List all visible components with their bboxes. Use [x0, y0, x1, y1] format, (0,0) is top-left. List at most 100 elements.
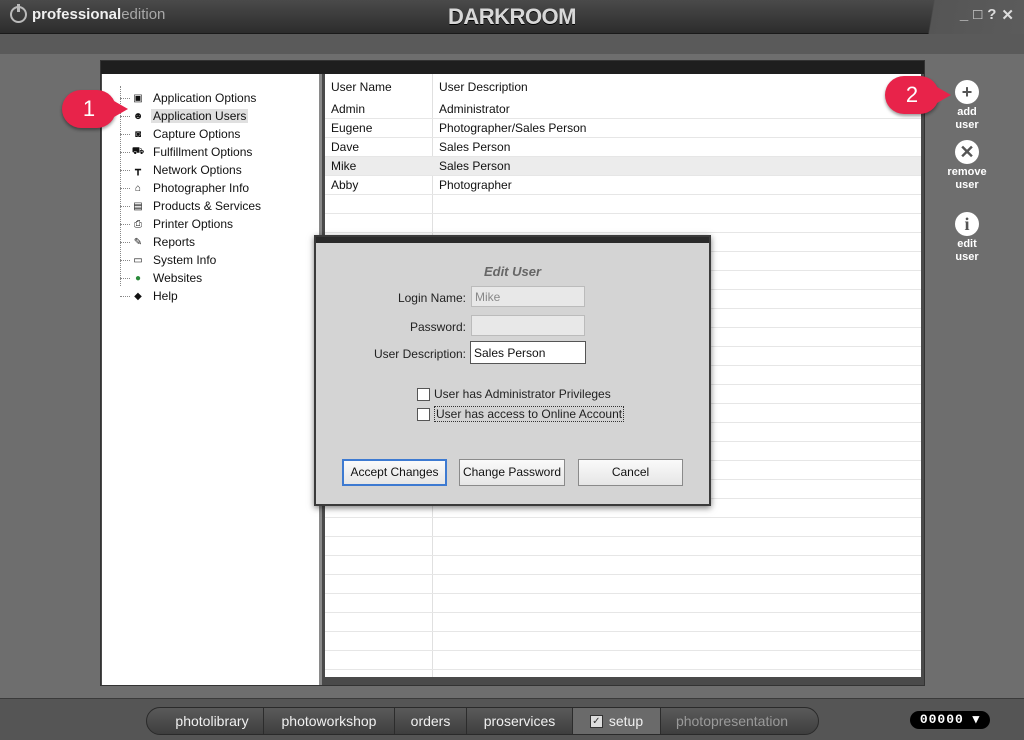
table-row[interactable]: Dave Sales Person — [325, 138, 921, 157]
tree-connector — [120, 260, 130, 261]
globe-icon: ● — [134, 272, 142, 284]
table-row[interactable]: Abby Photographer — [325, 176, 921, 195]
user-description-field[interactable] — [470, 341, 586, 364]
table-row[interactable]: Eugene Photographer/Sales Person — [325, 119, 921, 138]
admin-privileges-checkbox[interactable]: User has Administrator Privileges — [417, 387, 611, 401]
brand: professional edition — [10, 4, 166, 23]
tree-connector — [120, 242, 130, 243]
help-icon[interactable]: ? — [987, 6, 996, 24]
cell-user-description: Sales Person — [439, 140, 511, 154]
callout-1: 1 — [62, 90, 128, 128]
network-icon: ┳ — [134, 164, 142, 176]
empty-row — [325, 195, 921, 214]
tab-setup[interactable]: ✓ setup — [573, 708, 661, 734]
maximize-icon[interactable]: □ — [973, 6, 982, 24]
tree-item[interactable]: ▣ Application Options — [130, 89, 258, 107]
options-icon: ▣ — [133, 92, 143, 104]
cell-user-description: Photographer — [439, 178, 512, 192]
tree-connector — [120, 278, 130, 279]
cart-icon: ⛟ — [131, 145, 145, 157]
user-description-label: User Description: — [373, 347, 466, 361]
tab-proservices[interactable]: proservices — [467, 708, 573, 734]
online-account-box[interactable] — [417, 407, 430, 421]
info-icon: i — [955, 212, 979, 236]
dialog-top-strip — [316, 237, 709, 243]
tree-item[interactable]: ⎙ Printer Options — [130, 215, 235, 233]
cell-user-name: Dave — [331, 140, 360, 154]
remove-user-label-2: user — [955, 179, 979, 191]
cell-user-name: Eugene — [331, 121, 373, 135]
tree-item[interactable]: ◙ Capture Options — [130, 125, 242, 143]
tree-item-label: Application Options — [153, 91, 257, 105]
window-controls: _ □ ? ✕ — [960, 6, 1014, 24]
tree-item[interactable]: ▤ Products & Services — [130, 197, 263, 215]
cell-user-description: Photographer/Sales Person — [439, 121, 587, 135]
tree-item-label: System Info — [153, 253, 217, 267]
tree-item[interactable]: ● Websites — [130, 269, 204, 287]
tree-item-label: Products & Services — [153, 199, 262, 213]
tree-item[interactable]: ✎ Reports — [130, 233, 197, 251]
empty-row — [325, 613, 921, 632]
tab-orders[interactable]: orders — [395, 708, 467, 734]
tree-connector — [120, 296, 130, 297]
empty-row — [325, 651, 921, 670]
edit-user-button[interactable]: i edit user — [937, 212, 997, 264]
tab-photoworkshop[interactable]: photoworkshop — [264, 708, 395, 734]
app-logo: DARKROOM — [448, 4, 577, 29]
power-icon[interactable] — [10, 4, 27, 23]
tree-item[interactable]: ⛟ Fulfillment Options — [130, 143, 254, 161]
change-password-button[interactable]: Change Password — [459, 459, 565, 486]
brand-light: edition — [121, 6, 166, 23]
empty-row — [325, 594, 921, 613]
online-account-checkbox[interactable]: User has access to Online Account — [417, 406, 625, 422]
tree-item-label: Fulfillment Options — [153, 145, 253, 159]
cell-user-name: Mike — [331, 159, 357, 173]
tree-item-label: Help — [153, 289, 178, 303]
tree-item[interactable]: ▭ System Info — [130, 251, 218, 269]
login-name-label: Login Name: — [397, 291, 466, 305]
empty-row — [325, 575, 921, 594]
tree-connector — [120, 98, 130, 99]
remove-user-button[interactable]: ✕ remove user — [937, 140, 997, 192]
tree-item[interactable]: ┳ Network Options — [130, 161, 244, 179]
tree-item[interactable]: ☻ Application Users — [130, 107, 249, 125]
login-name-field[interactable] — [471, 286, 585, 307]
printer-icon: ⎙ — [134, 218, 142, 230]
empty-row — [325, 556, 921, 575]
tab-photopresentation[interactable]: photopresentation — [661, 708, 803, 734]
add-user-label-1: add — [957, 106, 977, 118]
product-icon: ▤ — [133, 200, 143, 212]
password-field[interactable] — [471, 315, 585, 336]
checkmark-icon: ✓ — [589, 714, 603, 728]
module-nav: photolibrary photoworkshop orders proser… — [146, 707, 819, 735]
remove-user-label-1: remove — [947, 166, 987, 178]
accept-changes-button[interactable]: Accept Changes — [342, 459, 447, 486]
title-bar: professional edition DARKROOM _ □ ? ✕ — [0, 0, 1024, 34]
brand-bold: professional — [32, 6, 122, 23]
dialog-title: Edit User — [483, 264, 542, 279]
tree-connector — [120, 206, 130, 207]
close-icon[interactable]: ✕ — [1001, 6, 1014, 24]
camera-icon: ◙ — [134, 128, 142, 140]
empty-row — [325, 632, 921, 651]
table-row[interactable]: Mike Sales Person — [325, 157, 921, 176]
tree-item[interactable]: ◆ Help — [130, 287, 180, 305]
callout-2: 2 — [885, 76, 951, 114]
tree-connector — [120, 188, 130, 189]
tree-item[interactable]: ⌂ Photographer Info — [130, 179, 251, 197]
password-label: Password: — [409, 320, 466, 334]
admin-privileges-box[interactable] — [417, 387, 430, 401]
column-header-user-name[interactable]: User Name — [325, 74, 432, 100]
cell-user-description: Sales Person — [439, 159, 511, 173]
tree-item-label: Network Options — [153, 163, 242, 177]
table-row[interactable]: Admin Administrator — [325, 100, 921, 119]
minimize-icon[interactable]: _ — [960, 6, 968, 24]
tab-setup-label: setup — [608, 713, 644, 729]
lock-icon: ⌂ — [134, 182, 142, 194]
cancel-button[interactable]: Cancel — [578, 459, 683, 486]
empty-row — [325, 518, 921, 537]
column-header-user-description[interactable]: User Description — [433, 74, 913, 100]
tree-item-label: Capture Options — [153, 127, 241, 141]
tab-photolibrary[interactable]: photolibrary — [161, 708, 264, 734]
counter-dropdown[interactable]: 00000 ▾ — [910, 711, 990, 729]
